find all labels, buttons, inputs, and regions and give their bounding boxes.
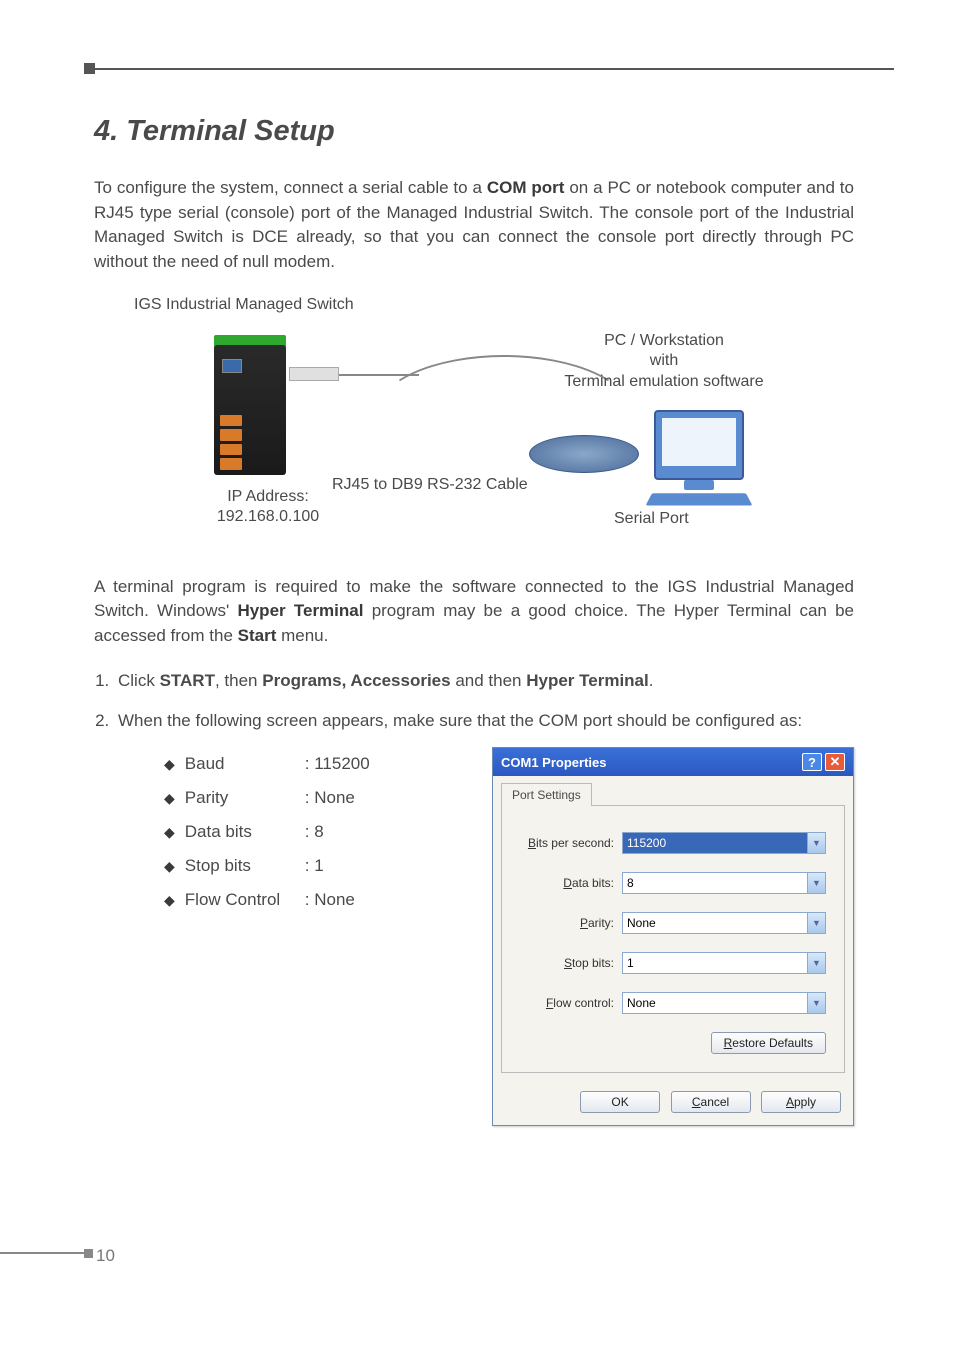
switch-ports-icon — [220, 415, 242, 470]
diamond-icon: ◆ — [164, 818, 175, 846]
setting-key: Parity — [185, 781, 305, 815]
header-square-icon — [84, 63, 95, 74]
pc-label-l3: Terminal emulation software — [564, 373, 763, 390]
setting-val: 1 — [305, 849, 324, 883]
help-icon[interactable]: ? — [802, 753, 822, 771]
diamond-icon: ◆ — [164, 852, 175, 880]
setting-key: Baud — [185, 747, 305, 781]
input-bps[interactable] — [622, 832, 808, 854]
combo-parity[interactable]: ▼ — [622, 912, 826, 934]
step-2: When the following screen appears, make … — [114, 708, 854, 734]
input-parity[interactable] — [622, 912, 808, 934]
dialog-title-text: COM1 Properties — [501, 755, 606, 770]
combo-bps[interactable]: ▼ — [622, 832, 826, 854]
field-data-bits: Data bits: ▼ — [520, 872, 826, 894]
setting-baud: ◆ Baud 115200 — [164, 747, 370, 781]
setting-parity: ◆ Parity None — [164, 781, 370, 815]
port-settings-panel: Bits per second: ▼ Data bits: ▼ — [501, 805, 845, 1073]
chevron-down-icon[interactable]: ▼ — [808, 872, 826, 894]
page-heading: 4. Terminal Setup — [94, 115, 854, 148]
tab-port-settings[interactable]: Port Settings — [501, 783, 592, 806]
setting-val: 8 — [305, 815, 324, 849]
setting-key: Flow Control — [185, 883, 305, 917]
setting-val: 115200 — [305, 747, 370, 781]
serial-port-label: Serial Port — [614, 509, 689, 530]
steps-list: Click START, then Programs, Accessories … — [114, 668, 854, 733]
combo-databits[interactable]: ▼ — [622, 872, 826, 894]
input-flow[interactable] — [622, 992, 808, 1014]
setting-stopbits: ◆ Stop bits 1 — [164, 849, 370, 883]
settings-bullet-list: ◆ Baud 115200 ◆ Parity None ◆ Data bits … — [164, 747, 370, 1126]
setting-key: Stop bits — [185, 849, 305, 883]
hub-device-icon — [529, 435, 639, 473]
connection-diagram: IGS Industrial Managed Switch IP Address… — [94, 295, 854, 555]
close-icon[interactable]: ✕ — [825, 753, 845, 771]
setting-databits: ◆ Data bits 8 — [164, 815, 370, 849]
header-rule — [84, 68, 894, 70]
pc-keyboard-icon — [646, 493, 753, 505]
combo-stopbits[interactable]: ▼ — [622, 952, 826, 974]
pc-base-icon — [684, 480, 714, 490]
chevron-down-icon[interactable]: ▼ — [808, 952, 826, 974]
pc-screen-icon — [662, 418, 736, 466]
pc-label-l1: PC / Workstation — [604, 332, 724, 349]
apply-button[interactable]: Apply — [761, 1091, 841, 1113]
field-bits-per-second: Bits per second: ▼ — [520, 832, 826, 854]
pc-label-l2: with — [650, 352, 678, 369]
field-flow-control: Flow control: ▼ — [520, 992, 826, 1014]
step-1: Click START, then Programs, Accessories … — [114, 668, 854, 694]
ok-button[interactable]: OK — [580, 1091, 660, 1113]
restore-row: Restore Defaults — [520, 1032, 826, 1054]
diamond-icon: ◆ — [164, 784, 175, 812]
label-parity: Parity: — [520, 916, 614, 930]
switch-label: IGS Industrial Managed Switch — [134, 295, 354, 316]
page-content: 4. Terminal Setup To configure the syste… — [94, 115, 854, 1126]
dialog-titlebar: COM1 Properties ? ✕ — [493, 748, 853, 776]
setting-val: None — [305, 781, 355, 815]
chevron-down-icon[interactable]: ▼ — [808, 912, 826, 934]
dialog-actions: OK Cancel Apply — [493, 1083, 853, 1125]
para-terminal-program: A terminal program is required to make t… — [94, 575, 854, 649]
settings-row: ◆ Baud 115200 ◆ Parity None ◆ Data bits … — [94, 747, 854, 1126]
label-flow: Flow control: — [520, 996, 614, 1010]
cable-label: RJ45 to DB9 RS-232 Cable — [332, 475, 528, 496]
cancel-button[interactable]: Cancel — [671, 1091, 751, 1113]
switch-screen-icon — [222, 359, 242, 373]
diamond-icon: ◆ — [164, 750, 175, 778]
diamond-icon: ◆ — [164, 886, 175, 914]
field-stop-bits: Stop bits: ▼ — [520, 952, 826, 974]
page-number: 10 — [96, 1246, 115, 1266]
intro-paragraph: To configure the system, connect a seria… — [94, 176, 854, 275]
field-parity: Parity: ▼ — [520, 912, 826, 934]
dialog-body: Port Settings Bits per second: ▼ Data bi… — [493, 776, 853, 1125]
footer-square-icon — [84, 1249, 93, 1258]
input-stopbits[interactable] — [622, 952, 808, 974]
input-databits[interactable] — [622, 872, 808, 894]
ip-value-text: 192.168.0.100 — [217, 508, 319, 525]
chevron-down-icon[interactable]: ▼ — [808, 992, 826, 1014]
setting-val: None — [305, 883, 355, 917]
ip-label-text: IP Address: — [227, 488, 309, 505]
ip-address-label: IP Address: 192.168.0.100 — [178, 487, 358, 529]
label-bps: Bits per second: — [520, 836, 614, 850]
setting-flow: ◆ Flow Control None — [164, 883, 370, 917]
com1-properties-dialog: COM1 Properties ? ✕ Port Settings Bits p… — [492, 747, 854, 1126]
restore-defaults-button[interactable]: Restore Defaults — [711, 1032, 826, 1054]
rj45-connector-icon — [289, 367, 339, 381]
label-databits: Data bits: — [520, 876, 614, 890]
label-stopbits: Stop bits: — [520, 956, 614, 970]
chevron-down-icon[interactable]: ▼ — [808, 832, 826, 854]
pc-label: PC / Workstation with Terminal emulation… — [534, 331, 794, 393]
combo-flow[interactable]: ▼ — [622, 992, 826, 1014]
footer-rule — [0, 1252, 92, 1254]
setting-key: Data bits — [185, 815, 305, 849]
